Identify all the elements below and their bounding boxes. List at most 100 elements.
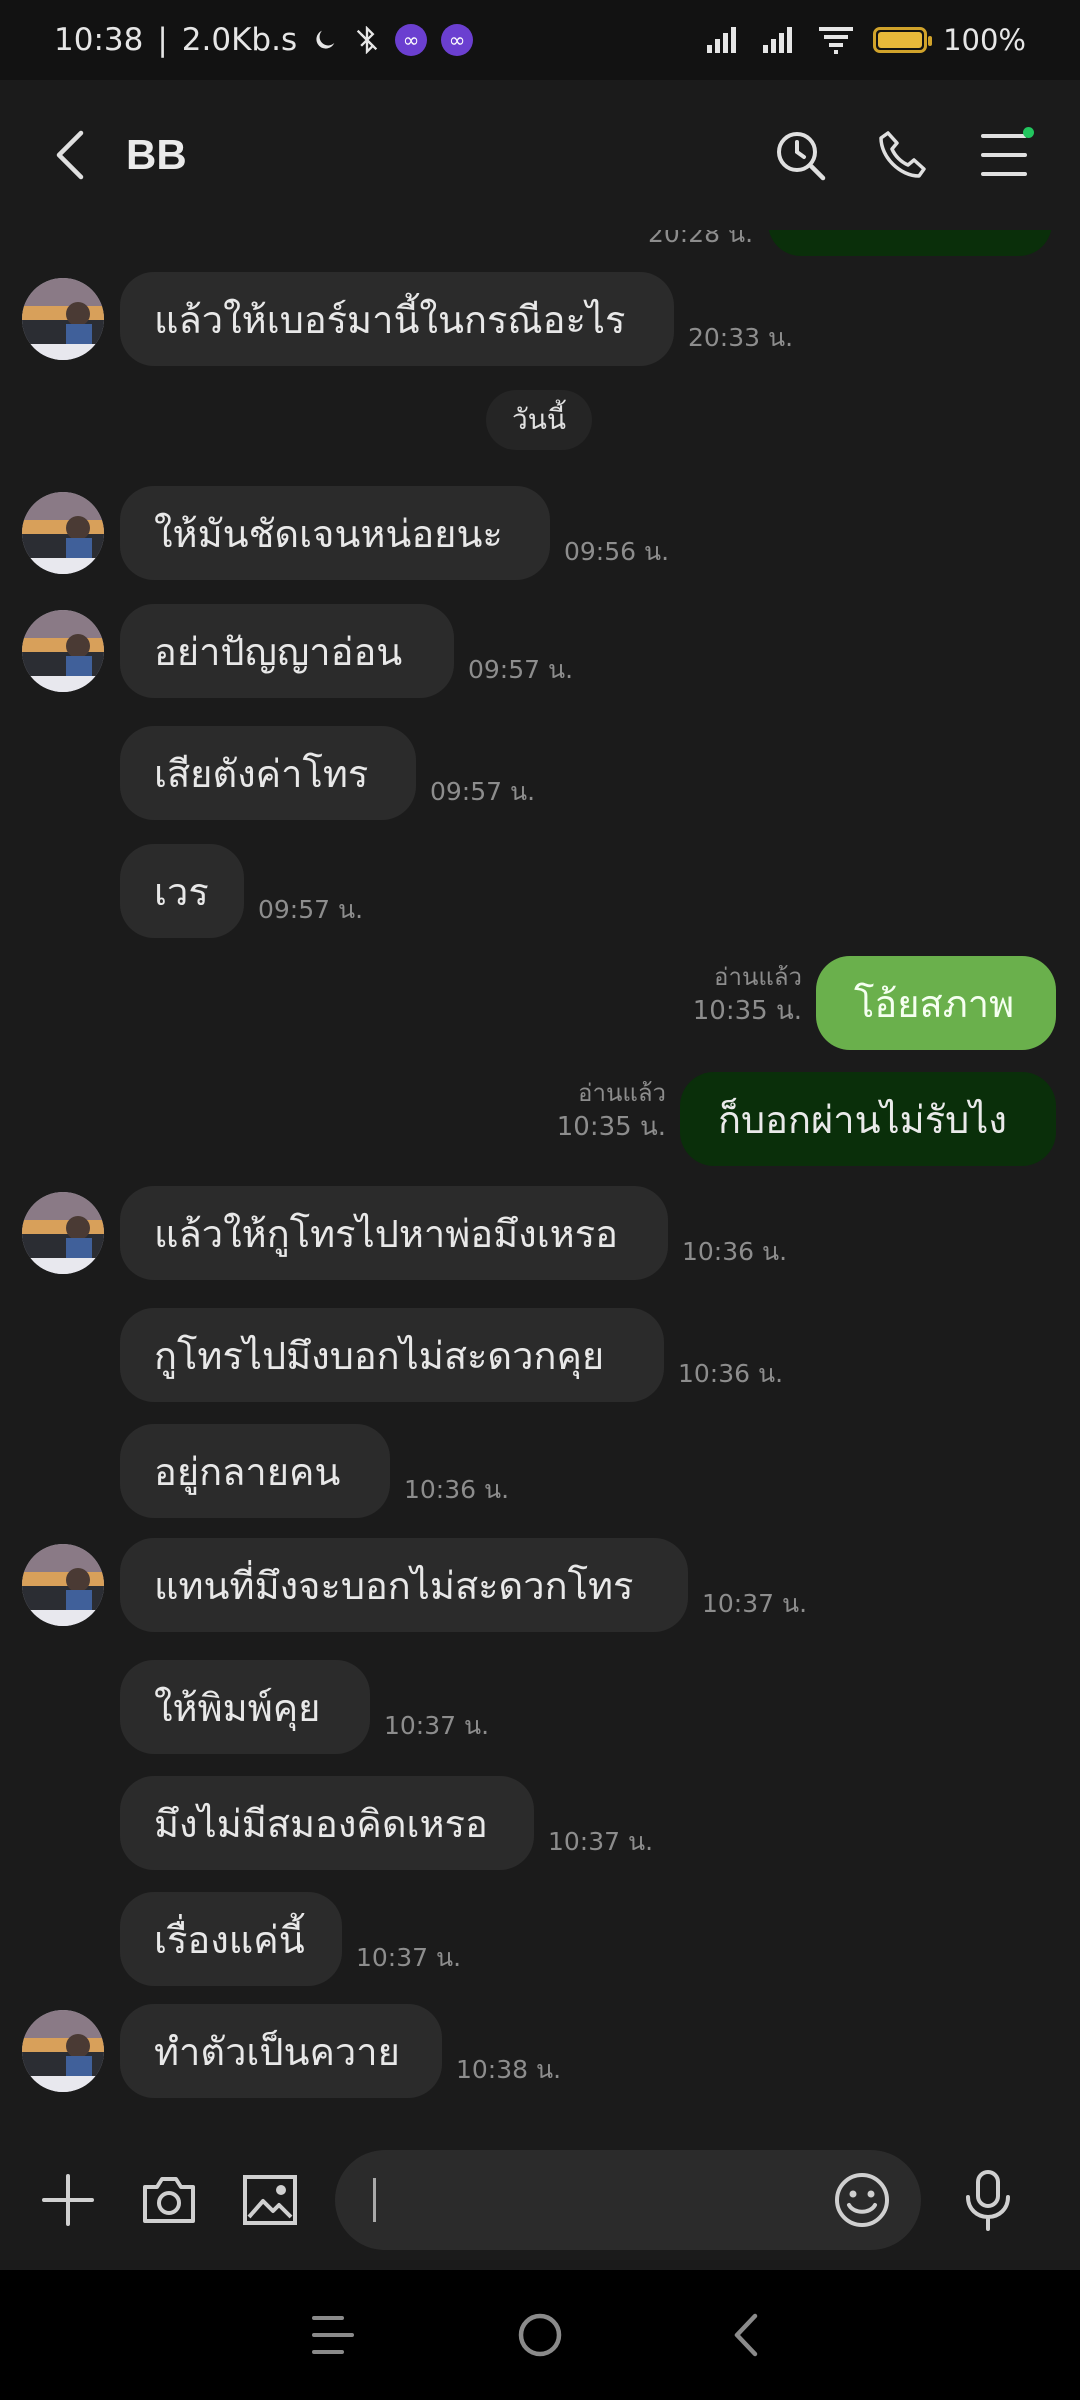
plus-icon [42,2174,95,2226]
message-text: แล้วให้เบอร์มานี้ในกรณีอะไร [154,297,626,342]
message-time: 10:37 น. [356,1943,462,1972]
moon-icon [311,26,339,54]
message-text: ให้พิมพ์คุย [154,1685,321,1730]
message-bubble[interactable]: ทำตัวเป็นควาย [120,2004,442,2098]
wifi-icon [817,25,857,55]
back-nav-button[interactable] [707,2295,787,2375]
net-speed: 2.0Kb.s [181,22,298,58]
menu-button[interactable] [964,115,1044,195]
read-label: อ่านแล้ว [714,963,802,991]
message-time: 09:57 น. [468,655,574,684]
message-bubble[interactable]: กูโทรไปมึงบอกไม่สะดวกคุย [120,1308,664,1402]
microphone-icon [965,2170,1010,2231]
message-text: ให้มันชัดเจนหน่อยนะ [154,511,503,556]
message-bubble[interactable]: มึงไม่มีสมองคิดเหรอ [120,1776,534,1870]
emoji-icon[interactable] [833,2171,891,2229]
gallery-button[interactable] [232,2160,309,2240]
app-badge-icon: ∞ [441,24,474,56]
message-bubble[interactable]: ก็บอกผ่านไม่รับไง [680,1072,1056,1166]
message-bubble[interactable]: แล้วให้เบอร์มานี้ในกรณีอะไร [120,272,674,366]
message-time: 10:37 น. [384,1711,490,1740]
call-button[interactable] [862,115,942,195]
search-button[interactable] [760,115,840,195]
avatar[interactable] [22,1192,104,1274]
message-time: 09:57 น. [430,777,536,806]
message-bubble[interactable]: ให้พิมพ์คุย [120,1660,370,1754]
status-left: 10:38 | 2.0Kb.s ∞ ∞ [54,22,474,58]
recents-button[interactable] [293,2295,373,2375]
message-bubble[interactable]: เสียตังค่าโทร [120,726,416,820]
message-time: 20:28 น. [648,230,754,248]
home-icon [518,2313,562,2357]
message-bubble[interactable]: อยู่กลายคน [120,1424,390,1518]
message-bubble[interactable]: เรื่องแค่นี้ [120,1892,342,1986]
message-bubble[interactable]: โอ้ยสภาพ [816,956,1056,1050]
message-text: ทำตัวเป็นควาย [154,2029,400,2074]
back-button[interactable] [36,120,106,190]
avatar[interactable] [22,278,104,360]
message-time: 10:35 น. [692,996,802,1026]
message-text: เวร [154,869,209,914]
back-nav-icon [734,2313,757,2357]
search-icon [777,132,826,181]
avatar[interactable] [22,1544,104,1626]
message-bubble[interactable]: แล้วให้กูโทรไปหาพ่อมึงเหรอ [120,1186,668,1280]
message-time: 10:38 น. [456,2055,562,2084]
status-time: 10:38 [54,22,144,58]
message-time: 10:37 น. [548,1827,654,1856]
status-separator: | [157,22,168,58]
notification-dot [1023,127,1034,138]
outgoing-bubble[interactable] [768,230,1052,256]
status-bar: 10:38 | 2.0Kb.s ∞ ∞ 100% [0,0,1080,80]
message-time: 10:36 น. [682,1237,788,1266]
message-bubble[interactable]: ให้มันชัดเจนหน่อยนะ [120,486,550,580]
message-text: เสียตังค่าโทร [154,751,369,796]
message-text: โอ้ยสภาพ [854,981,1015,1026]
avatar[interactable] [22,2010,104,2092]
back-icon [56,130,84,180]
message-time: 10:37 น. [702,1589,808,1618]
battery-fill [878,32,923,48]
bluetooth-icon [353,26,381,54]
avatar[interactable] [22,492,104,574]
message-input[interactable] [334,2150,922,2250]
read-label: อ่านแล้ว [578,1079,666,1107]
message-bubble[interactable]: เวร [120,844,244,938]
message-time: 10:36 น. [678,1359,784,1388]
chat-header: BB [0,80,1080,230]
status-right: 100% [705,23,1026,57]
recents-icon [312,2316,355,2354]
signal-icon [761,25,801,55]
message-text: กูโทรไปมึงบอกไม่สะดวกคุย [154,1333,605,1378]
voice-button[interactable] [949,2160,1026,2240]
phone-icon [879,131,926,178]
message-bubble[interactable]: แทนที่มึงจะบอกไม่สะดวกโทร [120,1538,688,1632]
battery-icon [873,27,933,53]
message-text: อย่าปัญญาอ่อน [154,629,403,674]
message-text: ก็บอกผ่านไม่รับไง [718,1097,1007,1142]
signal-icon [705,25,745,55]
input-bar [0,2130,1080,2270]
message-time: 10:35 น. [556,1112,666,1142]
message-time: 20:33 น. [688,323,794,352]
read-receipt: อ่านแล้ว 10:35 น. [693,960,802,1028]
message-text: อยู่กลายคน [154,1449,341,1494]
battery-text: 100% [943,23,1026,57]
message-bubble[interactable]: อย่าปัญญาอ่อน [120,604,454,698]
menu-icon [981,134,1027,176]
message-time: 09:56 น. [564,537,670,566]
camera-icon [143,2177,196,2223]
camera-button[interactable] [131,2160,208,2240]
chat-title: BB [126,131,187,178]
message-time: 10:36 น. [404,1475,510,1504]
message-text: เรื่องแค่นี้ [154,1917,305,1962]
add-button[interactable] [30,2160,107,2240]
avatar[interactable] [22,610,104,692]
system-nav-bar [0,2270,1080,2400]
image-icon [243,2175,298,2225]
message-text: แล้วให้กูโทรไปหาพ่อมึงเหรอ [154,1211,618,1256]
message-text: มึงไม่มีสมองคิดเหรอ [154,1801,488,1846]
app-badge-icon: ∞ [395,24,428,56]
message-list[interactable]: 20:28 น. แล้วให้เบอร์มานี้ในกรณีอะไร 20:… [0,230,1080,2130]
home-button[interactable] [500,2295,580,2375]
